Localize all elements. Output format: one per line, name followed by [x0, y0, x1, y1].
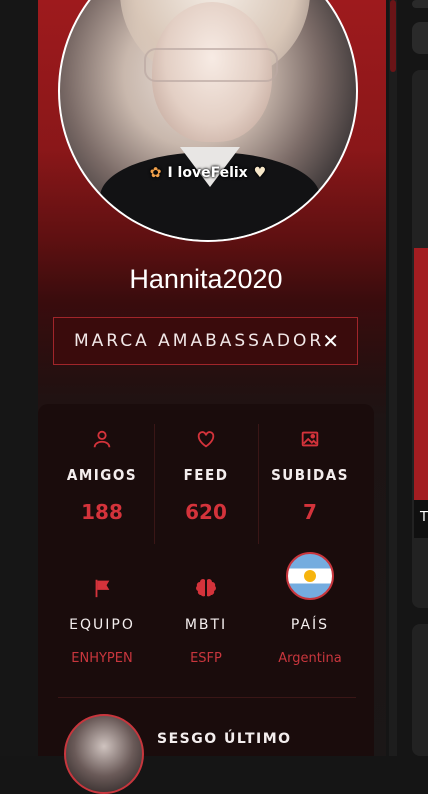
stat-label: SUBIDAS [271, 466, 349, 484]
info-mbti[interactable]: MBTI ESFP [154, 576, 258, 666]
heart-icon [154, 428, 258, 452]
right-panel-button[interactable] [412, 22, 428, 54]
right-panel-banner [414, 248, 428, 500]
left-gutter [0, 0, 38, 756]
stat-value: 620 [185, 500, 227, 524]
info-value: Argentina [278, 651, 342, 666]
avatar-glasses [144, 48, 278, 82]
scrollbar-thumb[interactable] [390, 0, 396, 72]
ambassador-badge[interactable]: MARCA AMABASSADOR ✕ [53, 317, 358, 365]
flag-icon [50, 576, 154, 600]
section-divider [58, 697, 356, 698]
argentina-flag-icon [286, 552, 334, 600]
stat-label: AMIGOS [66, 466, 138, 484]
stat-amigos[interactable]: AMIGOS 188 [50, 428, 154, 524]
flower-icon: ✿ [149, 165, 162, 181]
right-panel-letter: T [420, 510, 428, 525]
close-icon[interactable]: ✕ [322, 329, 339, 353]
brain-icon [154, 576, 258, 600]
image-icon [258, 428, 362, 452]
heart-emoji-icon: ♥ [253, 165, 267, 181]
ambassador-badge-label: MARCA AMABASSADOR [74, 331, 325, 351]
stat-value: 188 [81, 500, 123, 524]
stat-feed[interactable]: FEED 620 [154, 428, 258, 524]
user-icon [50, 428, 154, 452]
info-equipo[interactable]: EQUIPO ENHYPEN [50, 576, 154, 666]
info-pais[interactable]: PAÍS Argentina [258, 552, 362, 666]
stat-label: FEED [183, 466, 229, 484]
recent-title: SESGO ÚLTIMO [157, 731, 292, 747]
right-panel-top [412, 0, 428, 8]
recent-avatar[interactable] [64, 714, 144, 794]
avatar-caption-text: I loveFelix [167, 165, 248, 181]
profile-avatar[interactable]: ✿ I loveFelix ♥ [58, 0, 358, 242]
stat-value: 7 [303, 500, 317, 524]
stat-subidas[interactable]: SUBIDAS 7 [258, 428, 362, 524]
right-panel-card-2[interactable] [412, 624, 428, 756]
info-label: EQUIPO [69, 617, 135, 633]
info-value: ESFP [190, 651, 222, 666]
scrollbar[interactable] [389, 0, 397, 756]
avatar-caption: ✿ I loveFelix ♥ [60, 165, 356, 181]
info-value: ENHYPEN [71, 651, 133, 666]
info-label: PAÍS [290, 617, 330, 633]
info-label: MBTI [184, 617, 228, 633]
username: Hannita2020 [129, 264, 283, 294]
